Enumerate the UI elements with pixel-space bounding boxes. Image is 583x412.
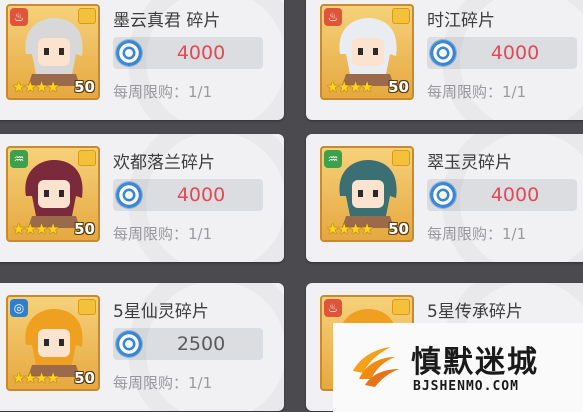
crystal-coin-icon [430, 40, 456, 66]
character-sprite [25, 160, 83, 228]
weekly-limit: 每周限购：1/1 [427, 225, 527, 243]
character-sprite [25, 309, 83, 377]
star-rating: ★★★★ [326, 220, 374, 238]
level-label: 50 [74, 220, 95, 238]
price-value: 4000 [490, 184, 540, 206]
fragment-puzzle-icon [78, 150, 96, 166]
wood-element-icon: ♒ [324, 150, 342, 168]
character-portrait[interactable]: ♒ ★★★★ 50 [6, 146, 100, 242]
buy-button[interactable]: 2500 [113, 328, 263, 360]
item-name: 5星仙灵碎片 [113, 302, 209, 322]
weekly-limit: 每周限购：1/1 [113, 374, 213, 392]
item-name: 翠玉灵碎片 [427, 153, 512, 173]
item-name: 墨云真君 碎片 [113, 11, 221, 31]
fire-element-icon: ♨ [324, 8, 342, 26]
buy-button[interactable]: 4000 [427, 37, 577, 69]
watermark-url: BJSHENMO.COM [413, 379, 519, 394]
character-portrait[interactable]: ♨ ★★★★ 50 [320, 4, 414, 100]
item-name: 5星传承碎片 [427, 302, 523, 322]
level-label: 50 [388, 220, 409, 238]
shop-item-card[interactable]: ♨ ★★★★ 50 墨云真君 碎片 4000 每周限购：1/1 [0, 0, 284, 120]
level-label: 50 [74, 369, 95, 387]
level-label: 50 [388, 78, 409, 96]
fragment-puzzle-icon [392, 8, 410, 24]
character-portrait[interactable]: ♨ ★★★★ 50 [6, 4, 100, 100]
watermark-name: 慎默迷城 [411, 345, 539, 380]
fragment-puzzle-icon [78, 8, 96, 24]
character-portrait[interactable]: ◎ ★★★★ 50 [6, 295, 100, 391]
shop-item-card[interactable]: ◎ ★★★★ 50 5星仙灵碎片 2500 每周限购：1/1 [0, 283, 284, 411]
star-rating: ★★★★ [12, 220, 60, 238]
star-rating: ★★★★ [12, 78, 60, 96]
watermark: 慎默迷城 BJSHENMO.COM [333, 323, 583, 412]
shop-item-card[interactable]: ♨ ★★★★ 50 时江碎片 4000 每周限购：1/1 [306, 0, 583, 120]
fragment-puzzle-icon [78, 299, 96, 315]
crystal-coin-icon [116, 40, 142, 66]
star-rating: ★★★★ [326, 78, 374, 96]
price-value: 4000 [176, 42, 226, 64]
item-name: 欢都落兰碎片 [113, 153, 215, 173]
fire-element-icon: ♨ [10, 8, 28, 26]
buy-button[interactable]: 4000 [427, 179, 577, 211]
price-value: 4000 [490, 42, 540, 64]
weekly-limit: 每周限购：1/1 [113, 225, 213, 243]
fire-element-icon: ♨ [324, 299, 342, 317]
buy-button[interactable]: 4000 [113, 179, 263, 211]
water-element-icon: ◎ [10, 299, 28, 317]
wood-element-icon: ♒ [10, 150, 28, 168]
star-rating: ★★★★ [12, 369, 60, 387]
crystal-coin-icon [116, 331, 142, 357]
weekly-limit: 每周限购：1/1 [113, 83, 213, 101]
character-sprite [25, 18, 83, 86]
price-value: 2500 [176, 333, 226, 355]
shop-item-card[interactable]: ♒ ★★★★ 50 翠玉灵碎片 4000 每周限购：1/1 [306, 134, 583, 262]
character-portrait[interactable]: ♒ ★★★★ 50 [320, 146, 414, 242]
weekly-limit: 每周限购：1/1 [427, 83, 527, 101]
character-sprite [339, 160, 397, 228]
crystal-coin-icon [116, 182, 142, 208]
buy-button[interactable]: 4000 [113, 37, 263, 69]
shop-item-card[interactable]: ♒ ★★★★ 50 欢都落兰碎片 4000 每周限购：1/1 [0, 134, 284, 262]
flame-logo-icon [353, 347, 399, 387]
character-sprite [339, 18, 397, 86]
fragment-puzzle-icon [392, 299, 410, 315]
item-name: 时江碎片 [427, 11, 495, 31]
price-value: 4000 [176, 184, 226, 206]
crystal-coin-icon [430, 182, 456, 208]
level-label: 50 [74, 78, 95, 96]
fragment-puzzle-icon [392, 150, 410, 166]
